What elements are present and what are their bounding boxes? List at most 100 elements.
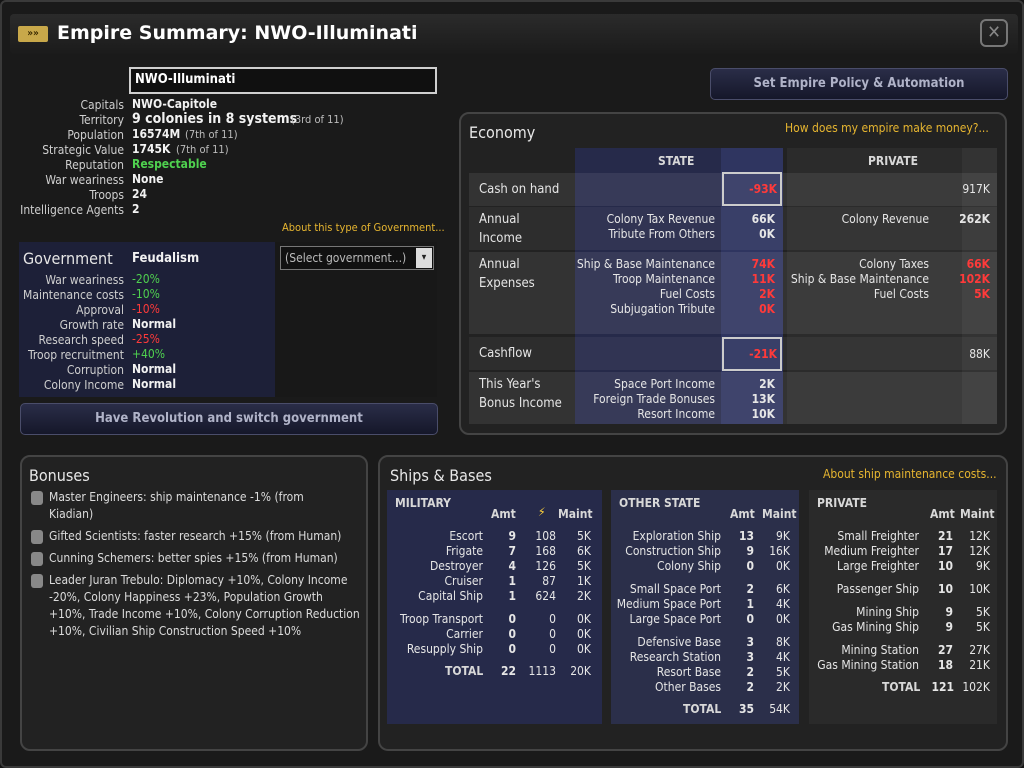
economy-help-link[interactable]: How does my empire make money?... xyxy=(785,121,989,135)
other-total-maint: 54K xyxy=(769,702,790,716)
set-empire-policy-button[interactable]: Set Empire Policy & Automation xyxy=(710,68,1008,100)
ship-maintenance-link[interactable]: About ship maintenance costs... xyxy=(823,467,997,481)
gov-modifier-label: Research speed xyxy=(38,333,125,347)
stat-label: Intelligence Agents xyxy=(20,203,124,217)
window-title: Empire Summary: NWO-Illuminati xyxy=(57,22,418,44)
stat-rank: (3rd of 11) xyxy=(291,113,344,126)
state-header: STATE xyxy=(658,154,695,168)
ship-row-amt: 9 xyxy=(945,605,953,619)
bonus-text: +10%, Trade Income +10%, Colony Corrupti… xyxy=(49,607,360,621)
ship-row-name: Small Freighter xyxy=(837,529,919,543)
expenses-label: Annual xyxy=(479,257,520,272)
private-maint-header: Maint xyxy=(960,507,995,521)
ship-row-power: 0 xyxy=(549,642,556,656)
government-select[interactable]: (Select government...) ▾ xyxy=(280,246,434,270)
ship-row-name: Carrier xyxy=(446,627,483,641)
ship-row-name: Resort Base xyxy=(656,665,721,679)
economy-item-label: Subjugation Tribute xyxy=(610,302,715,316)
revolution-button[interactable]: Have Revolution and switch government xyxy=(20,403,438,435)
stat-value: 16574M xyxy=(132,127,181,141)
government-select-value: (Select government...) xyxy=(285,251,407,265)
private-total-amt: 121 xyxy=(931,680,954,694)
gov-modifier-value: Normal xyxy=(132,377,177,391)
other-total-amt: 35 xyxy=(738,702,754,716)
gov-modifier-value: -25% xyxy=(132,332,160,346)
ship-row-name: Construction Ship xyxy=(625,544,721,558)
economy-item-label: Fuel Costs xyxy=(659,287,715,301)
gov-modifier-label: Growth rate xyxy=(59,318,124,332)
empire-name-field[interactable]: NWO-Illuminati xyxy=(129,67,437,94)
title-tag-icon: »» xyxy=(18,26,48,42)
ship-row-name: Large Space Port xyxy=(629,612,721,626)
military-total-power: 1113 xyxy=(528,664,556,678)
ship-row-maint: 2K xyxy=(776,680,790,694)
bonus-text: +10%, Civilian Ship Construction Speed +… xyxy=(49,624,302,638)
cashflow-label: Cashflow xyxy=(479,346,532,361)
ship-row-power: 126 xyxy=(535,559,556,573)
economy-title: Economy xyxy=(469,123,536,142)
ship-row-power: 0 xyxy=(549,612,556,626)
ship-row-name: Gas Mining Ship xyxy=(832,620,919,634)
ship-row-amt: 1 xyxy=(508,589,516,603)
ship-row-power: 168 xyxy=(535,544,556,558)
leader-portrait-icon xyxy=(31,552,43,566)
ship-row-name: Frigate xyxy=(445,544,483,558)
ship-row-name: Research Station xyxy=(629,650,721,664)
gov-modifier-value: -10% xyxy=(132,287,160,301)
ship-row-maint: 5K xyxy=(976,605,990,619)
cash-label: Cash on hand xyxy=(479,182,560,197)
economy-item-label: Ship & Base Maintenance xyxy=(576,257,715,271)
bonus-text: Leader Juran Trebulo: Diplomacy +10%, Co… xyxy=(49,573,348,587)
private-amt-header: Amt xyxy=(930,507,955,521)
ship-row-amt: 0 xyxy=(508,612,516,626)
economy-item-value: 2K xyxy=(759,377,775,391)
military-amt-header: Amt xyxy=(491,507,516,521)
ship-row-name: Small Space Port xyxy=(629,582,721,596)
military-box xyxy=(387,490,602,724)
ship-row-power: 108 xyxy=(535,529,556,543)
ship-row-amt: 7 xyxy=(508,544,516,558)
gov-modifier-label: Corruption xyxy=(66,363,124,377)
gov-modifier-value: Normal xyxy=(132,317,177,331)
gov-modifier-label: Troop recruitment xyxy=(28,348,124,362)
ship-row-name: Cruiser xyxy=(444,574,483,588)
economy-item-label: Colony Revenue xyxy=(841,212,929,226)
cashflow-state-value: -21K xyxy=(749,347,777,361)
private-title: PRIVATE xyxy=(817,496,867,510)
stat-label: Reputation xyxy=(65,158,124,172)
about-government-link[interactable]: About this type of Government... xyxy=(282,221,445,234)
military-total-label: TOTAL xyxy=(445,664,484,678)
ship-row-amt: 13 xyxy=(738,529,754,543)
economy-item-label: Tribute From Others xyxy=(608,227,715,241)
government-type: Feudalism xyxy=(132,251,200,266)
ship-row-name: Defensive Base xyxy=(637,635,721,649)
economy-item-label: Space Port Income xyxy=(614,377,715,391)
ship-row-amt: 9 xyxy=(945,620,953,634)
other-total-label: TOTAL xyxy=(683,702,722,716)
ship-row-amt: 21 xyxy=(937,529,953,543)
stat-value: 9 colonies in 8 systems xyxy=(132,111,298,127)
economy-item-label: Ship & Base Maintenance xyxy=(790,272,929,286)
military-total-amt: 22 xyxy=(500,664,516,678)
stat-label: Capitals xyxy=(80,98,124,112)
stat-value: 24 xyxy=(132,187,148,201)
ship-row-name: Destroyer xyxy=(429,559,483,573)
close-icon[interactable]: ✕ xyxy=(980,19,1008,47)
military-maint-header: Maint xyxy=(558,507,593,521)
ship-row-maint: 9K xyxy=(976,559,990,573)
cashflow-private-value: 88K xyxy=(969,347,990,361)
ship-row-power: 87 xyxy=(542,574,556,588)
cash-private-value: 917K xyxy=(962,182,990,196)
ship-row-amt: 0 xyxy=(508,642,516,656)
private-header: PRIVATE xyxy=(868,154,918,168)
ship-row-amt: 2 xyxy=(746,680,754,694)
gov-modifier-label: Maintenance costs xyxy=(23,288,124,302)
economy-item-value: 13K xyxy=(751,392,775,406)
stat-value: 2 xyxy=(132,202,140,216)
ship-row-maint: 10K xyxy=(969,582,990,596)
ship-row-amt: 17 xyxy=(937,544,953,558)
ship-row-name: Capital Ship xyxy=(418,589,483,603)
stat-value: None xyxy=(132,172,164,186)
private-total-maint: 102K xyxy=(962,680,990,694)
economy-item-value: 10K xyxy=(751,407,775,421)
